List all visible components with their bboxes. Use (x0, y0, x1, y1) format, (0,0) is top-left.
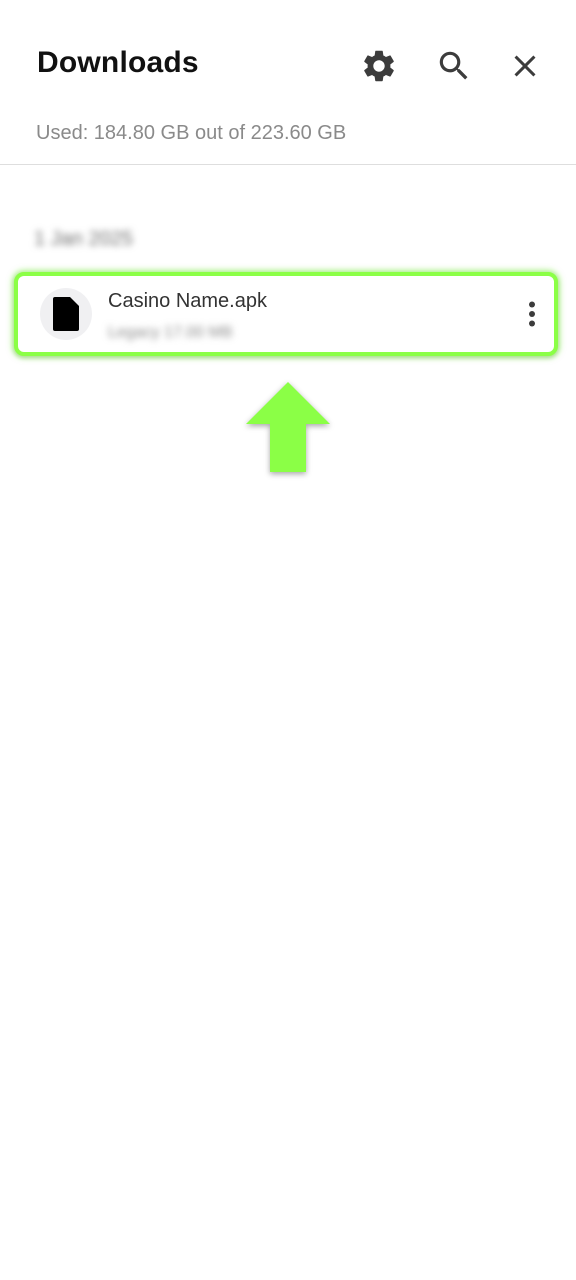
file-icon (53, 297, 79, 331)
close-button[interactable] (499, 40, 551, 92)
more-vert-icon (529, 301, 535, 327)
app-header: Downloads (0, 0, 576, 110)
search-icon (439, 51, 468, 80)
file-name: Casino Name.apk (108, 290, 267, 312)
gear-icon (364, 50, 394, 82)
page-title: Downloads (37, 46, 199, 79)
settings-button[interactable] (353, 40, 405, 92)
header-divider (0, 164, 576, 165)
up-arrow-icon (244, 380, 332, 481)
download-item[interactable]: Casino Name.apk Legacy 17.00 MB (14, 272, 558, 356)
close-icon (514, 55, 536, 77)
storage-usage: Used: 184.80 GB out of 223.60 GB (36, 122, 347, 144)
date-heading: 1 Jan 2025 (34, 228, 133, 250)
file-meta: Legacy 17.00 MB (108, 324, 233, 341)
file-avatar (40, 288, 92, 340)
search-button[interactable] (428, 40, 480, 92)
more-options-button[interactable] (518, 294, 546, 334)
